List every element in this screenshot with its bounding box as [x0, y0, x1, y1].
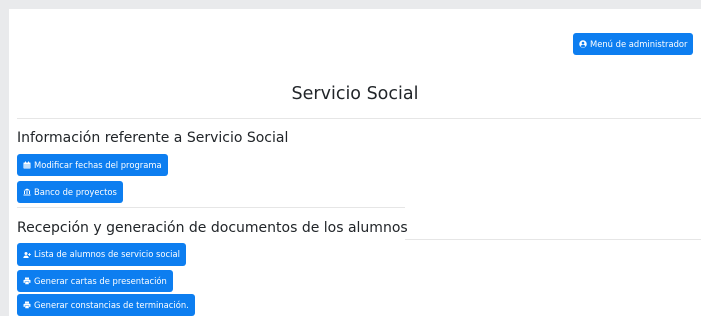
section-divider-2: [405, 239, 701, 240]
project-bank-button[interactable]: Banco de proyectos: [17, 181, 123, 203]
title-divider: [17, 118, 701, 119]
section-heading-info: Información referente a Servicio Social: [17, 130, 289, 146]
modify-dates-button[interactable]: Modificar fechas del programa: [17, 154, 168, 176]
user-circle-icon: [579, 40, 587, 48]
user-plus-icon: [23, 251, 31, 258]
project-bank-label: Banco de proyectos: [34, 186, 117, 197]
modify-dates-label: Modificar fechas del programa: [34, 159, 162, 170]
section-heading-documents: Recepción y generación de documentos de …: [17, 220, 408, 236]
admin-menu-button[interactable]: Menú de administrador: [573, 33, 694, 55]
section-divider-1: [17, 207, 405, 208]
generate-completion-certificates-button[interactable]: Generar constancias de terminación.: [17, 294, 195, 316]
page-title: Servicio Social: [291, 84, 419, 104]
student-list-label: Lista de alumnos de servicio social: [34, 249, 180, 260]
admin-menu-label: Menú de administrador: [590, 38, 688, 49]
main-card: Menú de administrador Servicio Social In…: [9, 9, 701, 316]
bank-icon: [23, 188, 31, 196]
printer-icon: [23, 301, 31, 309]
generate-presentation-letters-label: Generar cartas de presentación: [34, 275, 167, 286]
generate-presentation-letters-button[interactable]: Generar cartas de presentación: [17, 270, 173, 292]
printer-icon: [23, 277, 31, 285]
generate-completion-certificates-label: Generar constancias de terminación.: [34, 299, 189, 310]
student-list-button[interactable]: Lista de alumnos de servicio social: [17, 243, 186, 266]
calendar-icon: [23, 161, 31, 169]
